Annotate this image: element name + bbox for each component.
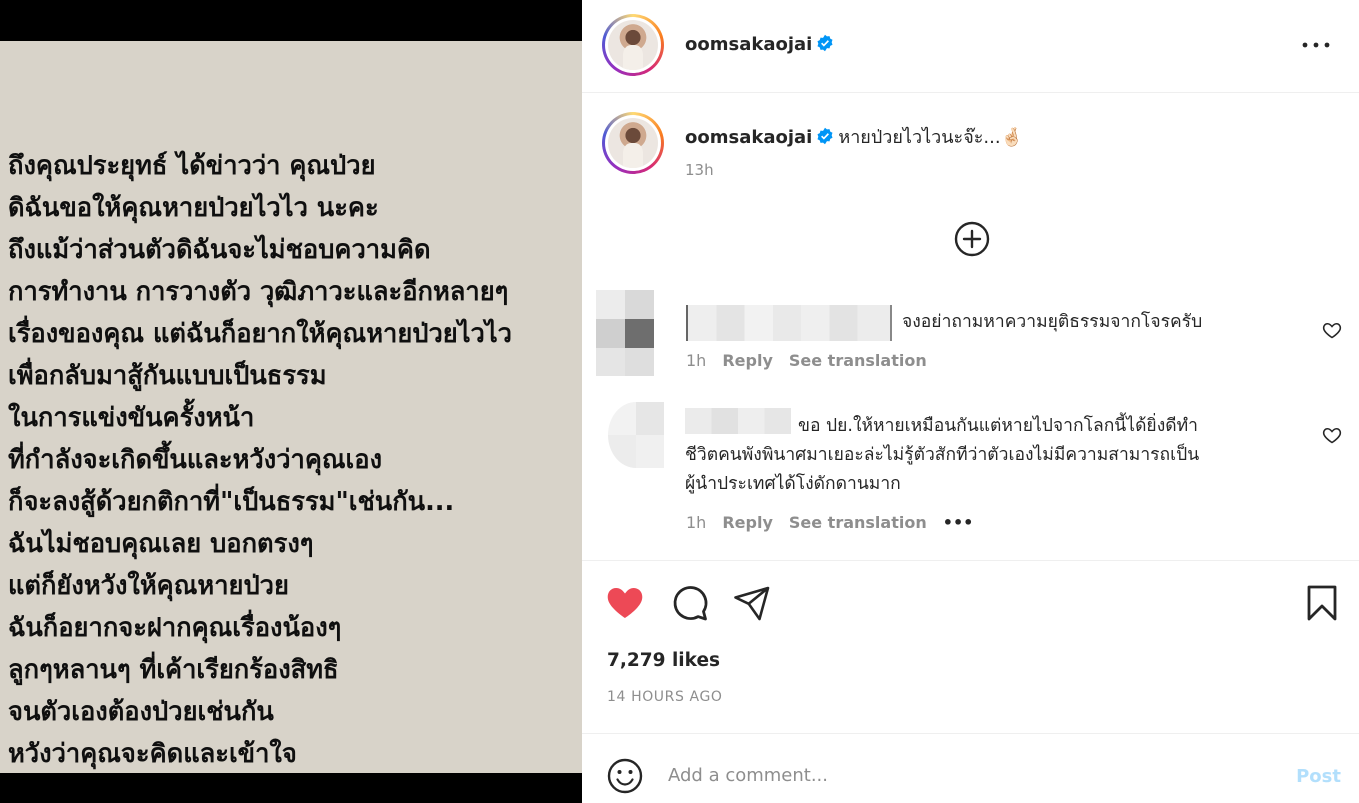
post-header: oomsakaojai — [582, 0, 1359, 93]
image-text-line: หวังว่าคุณจะคิดและเข้าใจ — [8, 739, 297, 769]
comment-text-line: ชีวิตคนพังพินาศมาเยอะล่ะไม่รู้ตัวสักทีว่… — [685, 445, 1200, 465]
caption-username[interactable]: oomsakaojai — [685, 127, 812, 148]
reply-button[interactable]: Reply — [722, 351, 773, 370]
bookmark-icon[interactable] — [1302, 583, 1342, 623]
comment-meta: 1h Reply See translation — [686, 351, 943, 370]
verified-badge-icon — [817, 127, 833, 145]
add-comment-bar: Post — [582, 733, 1359, 803]
author-username[interactable]: oomsakaojai — [685, 34, 812, 55]
reply-button[interactable]: Reply — [722, 513, 773, 532]
more-horizontal-icon[interactable] — [1301, 33, 1331, 57]
comment-time[interactable]: 1h — [686, 351, 706, 370]
author-avatar[interactable] — [602, 14, 664, 76]
plus-circle-icon[interactable] — [954, 221, 990, 257]
comment-item: จงอย่าถามหาความยุติธรรมจากโจรครับ 1h Repl… — [582, 288, 1359, 388]
image-text-line: ฉันไม่ชอบคุณเลย บอกตรงๆ — [8, 529, 314, 559]
commenter-username-blurred[interactable] — [685, 408, 791, 434]
caption-text-row: oomsakaojai หายป่วยไวไวนะจ๊ะ...🤞🏻 — [685, 122, 1023, 151]
comment-like-heart-icon[interactable] — [1322, 425, 1342, 445]
comment-text-line: ขอ ปย.ให้หายเหมือนกันแต่หายไปจากโลกนี้ได… — [798, 416, 1198, 436]
comment-time[interactable]: 1h — [686, 513, 706, 532]
post-image-text: ถึงคุณประยุทธ์ ได้ข่าวว่า คุณป่วย ดิฉันข… — [8, 145, 578, 775]
comment-icon[interactable] — [670, 583, 710, 623]
image-text-line: ก็จะลงสู้ด้วยกติกาที่"เป็นธรรม"เช่นกัน..… — [8, 487, 455, 517]
post-image[interactable]: ถึงคุณประยุทธ์ ได้ข่าวว่า คุณป่วย ดิฉันข… — [0, 0, 582, 803]
caption-avatar[interactable] — [602, 112, 664, 174]
likes-count[interactable]: 7,279 likes — [607, 650, 720, 671]
image-text-line: ถึงคุณประยุทธ์ ได้ข่าวว่า คุณป่วย — [8, 151, 376, 181]
post-comment-button[interactable]: Post — [1296, 766, 1341, 787]
image-text-line: ลูกๆหลานๆ ที่เค้าเรียกร้องสิทธิ — [8, 655, 339, 685]
image-text-line: การทำงาน การวางตัว วุฒิภาวะและอีกหลายๆ — [8, 277, 509, 307]
comment-input[interactable] — [668, 759, 1248, 791]
post-date[interactable]: 14 HOURS AGO — [607, 689, 723, 705]
image-text-line: เรื่องของคุณ แต่ฉันก็อยากให้คุณหายป่วยไว… — [8, 319, 512, 349]
image-text-line: เพื่อกลับมาสู้กันแบบเป็นธรรม — [8, 361, 327, 391]
image-text-line: ดิฉันขอให้คุณหายป่วยไวไว นะคะ — [8, 193, 379, 223]
liked-heart-icon[interactable] — [605, 583, 645, 623]
post-image-card: ถึงคุณประยุทธ์ ได้ข่าวว่า คุณป่วย ดิฉันข… — [0, 41, 582, 773]
image-text-line: ฉันก็อยากจะฝากคุณเรื่องน้องๆ — [8, 613, 342, 643]
emoji-smile-icon[interactable] — [607, 758, 643, 794]
commenter-avatar-blurred[interactable] — [608, 402, 664, 468]
commenter-username-blurred[interactable] — [686, 305, 892, 341]
image-text-line: ถึงแม้ว่าส่วนตัวดิฉันจะไม่ชอบความคิด — [8, 235, 431, 265]
commenter-avatar-blurred[interactable] — [596, 290, 654, 376]
comment-text-line: ผู้นำประเทศได้โง่ดักดานมาก — [685, 474, 901, 494]
see-translation-button[interactable]: See translation — [789, 513, 927, 532]
author-username-row: oomsakaojai — [685, 34, 834, 55]
comment-like-heart-icon[interactable] — [1322, 320, 1342, 340]
comment-meta: 1h Reply See translation ••• — [686, 513, 989, 532]
image-text-line: ในการแข่งขันครั้งหน้า — [8, 403, 255, 433]
comment-item: ขอ ปย.ให้หายเหมือนกันแต่หายไปจากโลกนี้ได… — [582, 400, 1359, 550]
caption-timestamp[interactable]: 13h — [685, 161, 714, 179]
share-send-icon[interactable] — [732, 583, 772, 623]
image-text-line: ที่กำลังจะเกิดขึ้นและหวังว่าคุณเอง — [8, 445, 383, 475]
see-translation-button[interactable]: See translation — [789, 351, 927, 370]
image-text-line: จนตัวเองต้องป่วยเช่นกัน — [8, 697, 274, 727]
verified-badge-icon — [817, 34, 833, 52]
post-side-panel: oomsakaojai oomsakaojai หายป่วยไวไวนะจ๊ะ.… — [582, 0, 1359, 803]
caption-body: หายป่วยไวไวนะจ๊ะ...🤞🏻 — [838, 127, 1024, 148]
comment-more-options-icon[interactable]: ••• — [943, 513, 974, 532]
image-text-line: แต่ก็ยังหวังให้คุณหายป่วย — [8, 571, 289, 601]
comment-text: จงอย่าถามหาความยุติธรรมจากโจรครับ — [902, 312, 1203, 332]
